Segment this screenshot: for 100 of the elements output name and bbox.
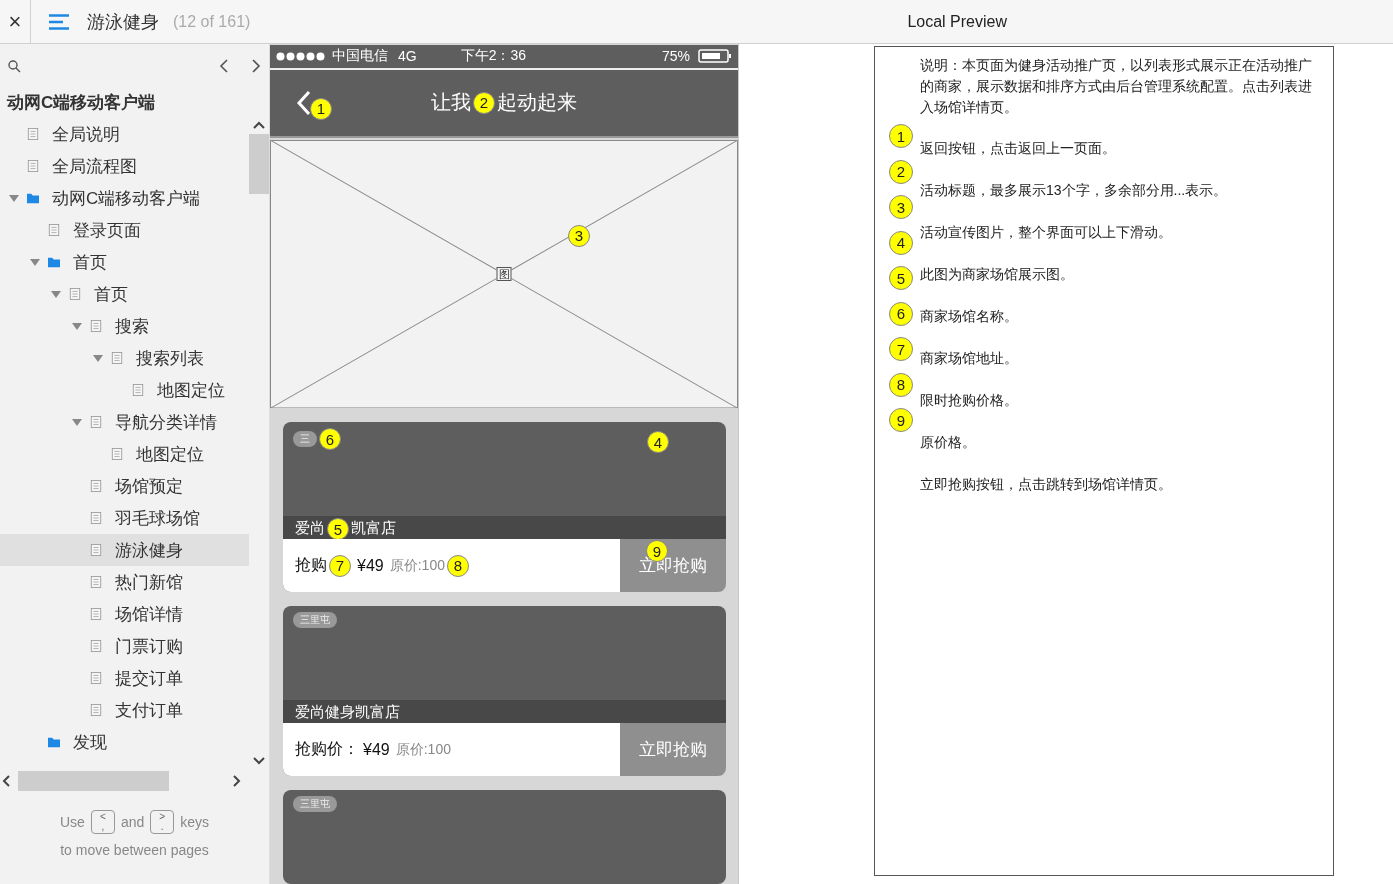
annotation-marker: 2 [889,159,913,184]
note-text: 原价格。 [920,433,977,452]
tree-item[interactable]: 热门新馆 [0,566,249,598]
page-icon [90,671,102,685]
folder-icon [48,735,60,749]
expanded-caret-icon[interactable] [71,417,83,427]
tree-item-label: 搜索 [115,315,149,338]
tree-item[interactable]: 地图定位 [0,374,249,406]
tree-item-label: 羽毛球场馆 [115,507,200,530]
page-icon [90,575,102,589]
expanded-caret-icon[interactable] [50,289,62,299]
hint-text: keys [180,814,210,830]
tree-item[interactable]: 登录页面 [0,214,249,246]
tree-item-label: 首页 [73,251,107,274]
tree-item-label: 场馆详情 [115,603,183,626]
annotation-marker: 2 [473,91,495,114]
tree-item[interactable]: 地图定位 [0,438,249,470]
page-icon [111,351,123,365]
page-icon [90,415,102,429]
search-icon[interactable] [8,59,21,73]
tree-item[interactable]: 提交订单 [0,662,249,694]
note-text: 立即抢购按钮，点击跳转到场馆详情页。 [920,475,1173,494]
hint-text: to move between pages [59,842,210,858]
page-icon [27,127,39,141]
nav-title: 让我 [431,90,471,116]
page-icon [27,159,39,173]
venue-card[interactable]: 三里屯 爱尚健身凯富店 抢购价： ¥49 原价:100 立即抢购 [283,606,726,776]
expanded-caret-icon[interactable] [71,321,83,331]
note-text: 返回按钮，点击返回上一页面。 [920,139,1117,158]
price-label: 抢购 [295,555,327,575]
annotation-marker: 1 [310,97,332,120]
sale-price: ¥49 [363,740,390,759]
tree-item[interactable]: 全局说明 [0,118,249,150]
tree-item-label: 提交订单 [115,667,183,690]
tree-item-label: 搜索列表 [136,347,204,370]
annotation-marker: 5 [327,518,349,541]
project-title: 动网C端移动客户端 [5,92,157,114]
nav-title: 起动起来 [497,90,577,116]
original-price: 原价:100 [395,740,451,759]
scrollbar-thumb[interactable] [18,771,169,791]
page-icon [132,383,144,397]
tree-item[interactable]: 支付订单 [0,694,249,726]
tree-item[interactable]: 动网C端移动客户端 [0,182,249,214]
scrollbar-thumb[interactable] [249,134,269,194]
tree-item[interactable]: 搜索列表 [0,342,249,374]
folder-icon [27,191,39,205]
district-tag: 三里屯 [293,796,337,812]
annotation-marker: 7 [889,337,913,361]
scroll-down-icon[interactable] [253,756,265,766]
tree-item[interactable]: 搜索 [0,310,249,342]
page-icon [90,479,102,493]
network-type: 4G [398,48,417,65]
annotation-marker: 7 [329,554,351,577]
tree-item-label: 全局流程图 [52,155,137,178]
preview-title: Local Preview [907,12,1007,31]
tree-item[interactable]: 游泳健身 [0,534,249,566]
tree-item-label: 热门新馆 [115,571,183,594]
venue-name: 凯富店 [351,519,396,536]
tree-item[interactable]: 门票订购 [0,630,249,662]
page-icon [48,223,60,237]
sale-price: ¥49 [357,556,384,575]
battery-icon [698,49,732,64]
annotation-marker: 4 [647,431,669,453]
tree-item-label: 首页 [94,283,128,306]
note-text: 商家场馆地址。 [920,349,1019,368]
tree-item[interactable]: 全局流程图 [0,150,249,182]
expanded-caret-icon[interactable] [8,193,20,203]
expanded-caret-icon[interactable] [92,353,104,363]
tree-item-label: 动网C端移动客户端 [52,187,201,210]
tree-item[interactable]: 首页 [0,246,249,278]
key-cap: > . [150,810,175,834]
tree-item[interactable]: 羽毛球场馆 [0,502,249,534]
tree-item[interactable]: 导航分类详情 [0,406,249,438]
tree-item[interactable]: 场馆详情 [0,598,249,630]
tree-item-label: 场馆预定 [115,475,183,498]
scroll-right-icon[interactable] [231,775,241,787]
tree-item[interactable]: 发现 [0,726,249,758]
annotation-marker: 6 [319,428,341,450]
venue-name: 爱尚 [295,519,325,536]
note-text: 活动标题，最多展示13个字，多余部分用...表示。 [920,181,1229,200]
annotation-marker: 3 [889,195,913,219]
previous-page-icon[interactable] [219,59,229,73]
expanded-caret-icon[interactable] [29,257,41,267]
tree-item[interactable]: 首页 [0,278,249,310]
tree-item-label: 地图定位 [136,443,204,466]
next-page-icon[interactable] [251,59,261,73]
page-icon [90,543,102,557]
tree-item-label: 登录页面 [73,219,141,242]
close-button[interactable]: × [0,0,31,43]
scroll-up-icon[interactable] [253,120,265,130]
menu-icon[interactable] [49,13,69,30]
annotation-marker: 8 [889,372,913,397]
scroll-left-icon[interactable] [2,775,12,787]
page-icon [90,511,102,525]
district-tag: 三 [293,431,317,447]
tree-item-label: 发现 [73,731,107,754]
annotation-marker: 8 [446,554,469,577]
tree-item[interactable]: 场馆预定 [0,470,249,502]
note-text: 商家场馆名称。 [920,307,1019,326]
status-time: 下午2：36 [460,47,527,66]
